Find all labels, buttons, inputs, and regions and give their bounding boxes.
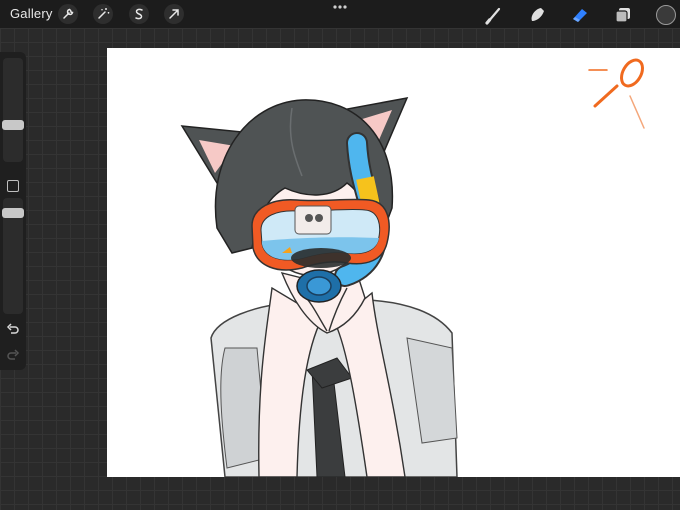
drawing-canvas[interactable]: [107, 48, 680, 477]
gallery-button[interactable]: Gallery: [10, 6, 53, 21]
opacity-slider[interactable]: [2, 198, 24, 314]
eraser-icon[interactable]: [570, 5, 590, 25]
smudge-icon[interactable]: [527, 5, 547, 25]
transform-arrow-icon[interactable]: [164, 4, 184, 24]
brush-icon[interactable]: [484, 5, 504, 25]
layers-icon[interactable]: [613, 5, 633, 25]
more-options-icon[interactable]: [330, 2, 350, 12]
selection-icon[interactable]: [129, 4, 149, 24]
color-swatch[interactable]: [656, 5, 676, 25]
brush-size-slider[interactable]: [2, 58, 24, 162]
redo-icon[interactable]: [5, 348, 21, 364]
snorkel-mouthpiece: [296, 269, 342, 303]
phone-camera: [294, 205, 332, 235]
wrench-icon[interactable]: [58, 4, 78, 24]
modify-button[interactable]: [7, 180, 19, 192]
artwork-illustration: [180, 58, 645, 477]
left-sidebar: [0, 52, 26, 370]
opacity-thumb[interactable]: [2, 208, 24, 218]
top-toolbar: Gallery: [0, 0, 680, 28]
magic-wand-icon[interactable]: [93, 4, 113, 24]
sun-doodle: [588, 58, 645, 129]
undo-icon[interactable]: [5, 322, 21, 338]
brush-size-thumb[interactable]: [2, 120, 24, 130]
